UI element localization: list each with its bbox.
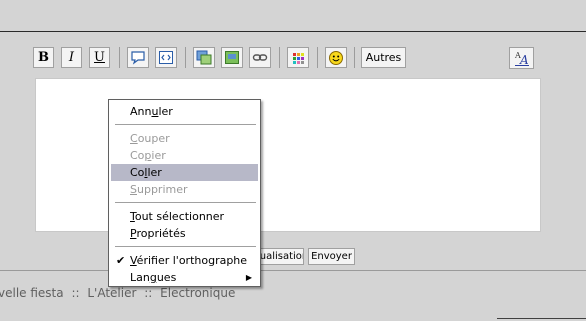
menu-item-label: out sélectionner [134, 210, 225, 223]
menu-item-label: ropriétés [136, 227, 186, 240]
font-size-icon: A A [514, 51, 529, 67]
menu-item-label: ier [151, 149, 166, 162]
toolbar-separator [354, 47, 355, 68]
menu-item-label: ler [158, 105, 173, 118]
context-menu: Annuler Couper Copier Coller Supprimer T… [108, 99, 261, 287]
underline-icon: U [94, 50, 105, 65]
menu-item-label: ouper [137, 132, 170, 145]
insert-link-button[interactable] [249, 47, 271, 68]
toolbar-separator [185, 47, 186, 68]
menu-item-langues[interactable]: Langues ▶ [111, 269, 258, 286]
breadcrumb-separator: :: [71, 286, 80, 300]
menu-item-verifier-orthographe[interactable]: ✔ Vérifier l'orthographe [111, 252, 258, 269]
menu-item-coller[interactable]: Coller [111, 164, 258, 181]
toolbar-separator [119, 47, 120, 68]
menu-separator [115, 202, 256, 203]
code-button[interactable] [155, 47, 177, 68]
bold-button[interactable]: B [33, 47, 54, 68]
toolbar-separator [279, 47, 280, 68]
bottom-divider [0, 270, 586, 271]
menu-item-annuler[interactable]: Annuler [111, 103, 258, 120]
underline-button[interactable]: U [89, 47, 110, 68]
breadcrumb-separator: :: [144, 286, 153, 300]
menu-item-accelerator: S [130, 183, 137, 196]
breadcrumb-item[interactable]: L'Atelier [87, 286, 136, 300]
image-icon [225, 51, 239, 64]
menu-item-accelerator: C [130, 132, 138, 145]
color-palette-icon [293, 53, 304, 64]
menu-item-label: Co [130, 166, 145, 179]
menu-item-accelerator: g [149, 271, 157, 284]
menu-item-label: ler [147, 166, 162, 179]
menu-item-label: Lan [130, 271, 150, 284]
italic-button[interactable]: I [61, 47, 82, 68]
text-style-button[interactable]: A A [509, 47, 534, 69]
autres-button[interactable]: Autres [361, 47, 406, 68]
breadcrumb-item[interactable]: velle fiesta [0, 286, 64, 300]
insert-image-button[interactable] [221, 47, 243, 68]
insert-image-gallery-button[interactable] [193, 47, 215, 68]
menu-item-label: Ann [130, 105, 152, 118]
menu-item-tout-selectionner[interactable]: Tout sélectionner [111, 208, 258, 225]
code-icon [159, 51, 173, 64]
toolbar-separator [317, 47, 318, 68]
menu-item-copier[interactable]: Copier [111, 147, 258, 164]
menu-separator [115, 124, 256, 125]
smiley-button[interactable] [325, 47, 347, 68]
menu-item-supprimer[interactable]: Supprimer [111, 181, 258, 198]
bold-icon: B [38, 50, 49, 65]
speech-bubble-icon [131, 51, 145, 65]
menu-item-label: Co [130, 149, 145, 162]
menu-item-label: érifier l'orthographe [136, 254, 248, 267]
menu-item-label: upprimer [136, 183, 188, 196]
menu-item-accelerator: V [130, 254, 137, 267]
smiley-icon [329, 50, 343, 65]
breadcrumb-item[interactable]: Electronique [160, 286, 235, 300]
quote-button[interactable] [127, 47, 149, 68]
color-button[interactable] [287, 47, 309, 68]
image-gallery-icon [196, 50, 212, 65]
menu-item-proprietes[interactable]: Propriétés [111, 225, 258, 242]
send-button[interactable]: Envoyer [308, 248, 355, 265]
checkmark-icon: ✔ [116, 254, 126, 267]
submenu-arrow-icon: ▶ [245, 273, 252, 282]
menu-item-label: ues [156, 271, 177, 284]
preview-button[interactable]: isualisation [256, 248, 304, 265]
menu-item-couper[interactable]: Couper [111, 130, 258, 147]
link-icon [252, 54, 268, 61]
menu-separator [115, 246, 256, 247]
svg-text:A: A [519, 53, 529, 67]
breadcrumb: velle fiesta :: L'Atelier :: Electroniqu… [0, 286, 235, 300]
divider [497, 318, 586, 319]
editor-toolbar: B I U Autres A A [0, 0, 586, 75]
italic-icon: I [68, 50, 75, 65]
